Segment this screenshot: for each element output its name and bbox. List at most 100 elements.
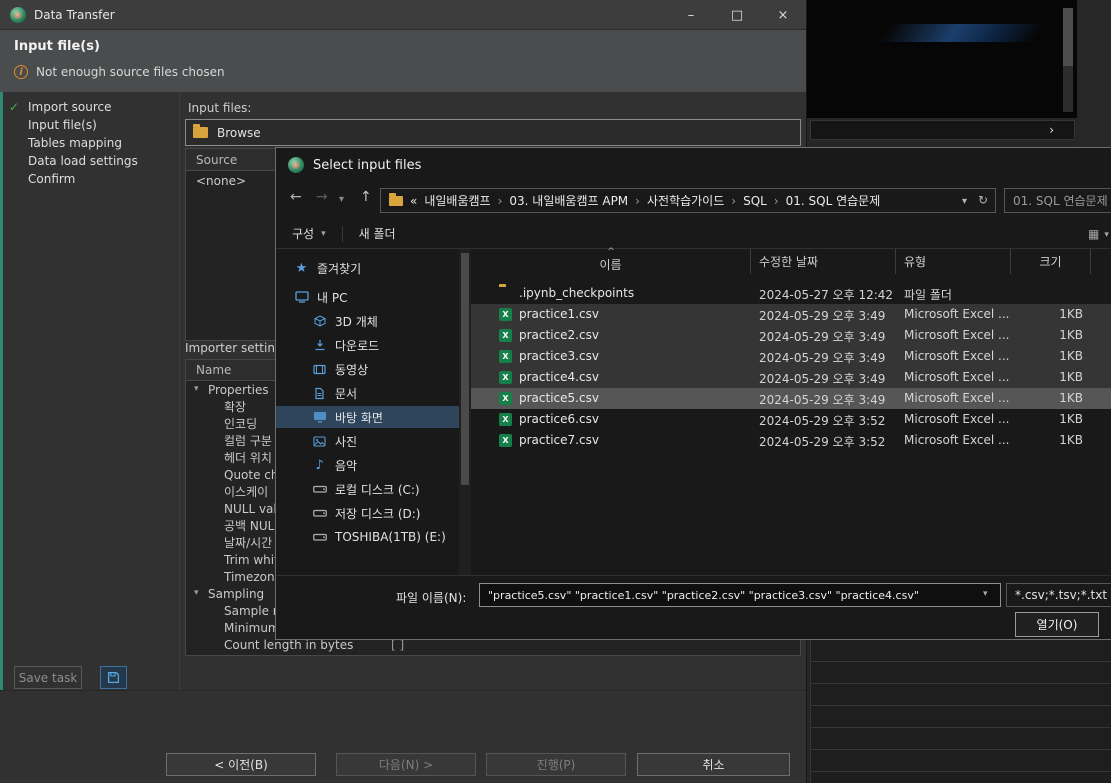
minimize-button[interactable]: – (668, 0, 714, 30)
breadcrumb-collapsed[interactable]: « (410, 194, 417, 208)
chevron-down-icon[interactable]: ▾ (194, 384, 199, 394)
tree-label: Properties (208, 383, 269, 397)
sidebar-item-this-pc[interactable]: 내 PC (276, 286, 459, 308)
wizard-header: Input file(s) i Not enough source files … (0, 30, 806, 92)
folder-icon (389, 196, 403, 206)
sidebar-item-desktop[interactable]: 바탕 화면 (276, 406, 459, 428)
breadcrumb-item[interactable]: 03. 내일배움캠프 APM (509, 192, 628, 209)
file-row[interactable]: X practice7.csv 2024-05-29 오후 3:52 Micro… (471, 430, 1111, 451)
back-button[interactable]: < 이전(B) (166, 753, 316, 776)
save-task-button[interactable]: Save task (14, 666, 82, 689)
drive-icon (312, 532, 327, 542)
file-row[interactable]: X practice2.csv 2024-05-29 오후 3:49 Micro… (471, 325, 1111, 346)
editor-scrollbar[interactable] (1063, 8, 1073, 112)
open-button[interactable]: 열기(O) (1015, 612, 1099, 637)
step-import-source[interactable]: ✓ Import source (0, 98, 179, 116)
recent-locations-dropdown[interactable]: ▾ (339, 193, 344, 207)
tree-label: Sampling (208, 587, 264, 601)
column-header-type[interactable]: 유형 (896, 249, 1011, 274)
breadcrumb-item[interactable]: 사전학습가이드 (647, 192, 724, 209)
cancel-button[interactable]: 취소 (637, 753, 790, 776)
chevron-right-icon[interactable]: › (1049, 123, 1054, 137)
step-data-load-settings[interactable]: Data load settings (0, 152, 179, 170)
chevron-down-icon[interactable]: ▾ (1104, 230, 1109, 241)
sidebar-item-documents[interactable]: 문서 (276, 382, 459, 404)
excel-icon: X (499, 308, 512, 321)
cell-value: <none> (196, 174, 246, 188)
browse-button[interactable]: Browse (185, 119, 801, 146)
sidebar-item-3d-objects[interactable]: 3D 개체 (276, 310, 459, 332)
background-strip (1077, 0, 1111, 147)
column-header-size[interactable]: 크기 (1011, 249, 1091, 274)
filename-input[interactable] (479, 583, 1001, 607)
tree-label: 날짜/시간 (224, 534, 272, 551)
column-header-date[interactable]: 수정한 날짜 (751, 249, 896, 274)
sidebar-item-disk-d[interactable]: 저장 디스크 (D:) (276, 502, 459, 524)
new-folder-button[interactable]: 새 폴더 (359, 225, 396, 242)
maximize-button[interactable]: □ (714, 0, 760, 30)
sidebar-item-videos[interactable]: 동영상 (276, 358, 459, 380)
step-confirm[interactable]: Confirm (0, 170, 179, 188)
breadcrumb[interactable]: « 내일배움캠프 › 03. 내일배움캠프 APM › 사전학습가이드 › SQ… (380, 188, 996, 213)
titlebar[interactable]: Data Transfer – □ × (0, 0, 806, 30)
dialog-titlebar[interactable]: Select input files (276, 148, 1111, 182)
column-label: 크기 (1039, 253, 1061, 270)
dialog-toolbar: 구성 ▾ 새 폴더 ▦ ▾ (276, 219, 1111, 249)
tree-label: 이스케이 (224, 483, 268, 500)
dialog-title: Select input files (313, 158, 421, 173)
button-label: 취소 (702, 756, 724, 773)
back-nav-button[interactable]: ← (290, 190, 302, 204)
organize-button[interactable]: 구성 (292, 225, 314, 242)
tree-label: 공백 NUL (224, 517, 274, 534)
column-header-name[interactable]: ^ 이름 (471, 249, 751, 274)
sidebar-item-toshiba-e[interactable]: TOSHIBA(1TB) (E:) (276, 526, 459, 548)
breadcrumb-item[interactable]: 01. SQL 연습문제 (786, 192, 881, 209)
file-row[interactable]: X practice1.csv 2024-05-29 오후 3:49 Micro… (471, 304, 1111, 325)
step-input-files[interactable]: Input file(s) (0, 116, 179, 134)
file-row-selected[interactable]: X practice5.csv 2024-05-29 오후 3:49 Micro… (471, 388, 1111, 409)
browse-label: Browse (217, 126, 261, 140)
scrollbar-thumb[interactable] (461, 253, 469, 485)
up-nav-button[interactable]: ↑ (360, 190, 372, 204)
file-row[interactable]: X practice6.csv 2024-05-29 오후 3:52 Micro… (471, 409, 1111, 430)
file-row[interactable]: X practice3.csv 2024-05-29 오후 3:49 Micro… (471, 346, 1111, 367)
sidebar-label: 동영상 (335, 361, 368, 378)
filetype-select[interactable]: *.csv;*.tsv;*.txt (1006, 583, 1111, 607)
proceed-button[interactable]: 진행(P) (486, 753, 626, 776)
grid-view-icon[interactable]: ▦ (1088, 227, 1099, 241)
background-editor-panel (807, 0, 1077, 118)
dialog-body: ★ 즐겨찾기 내 PC 3D 개체 다운로드 동영상 (276, 249, 1111, 575)
file-list: ^ 이름 수정한 날짜 유형 크기 .ipynb_checkpoints 202… (471, 249, 1111, 575)
chevron-down-icon[interactable]: ▾ (983, 589, 988, 599)
folder-icon (193, 127, 208, 138)
close-button[interactable]: × (760, 0, 806, 30)
header-decoration (551, 30, 806, 92)
next-button[interactable]: 다음(N) > (336, 753, 476, 776)
step-label: Input file(s) (28, 118, 97, 132)
view-options[interactable]: ▦ ▾ (1088, 227, 1109, 241)
chevron-down-icon[interactable]: ▾ (194, 588, 199, 598)
breadcrumb-item[interactable]: 내일배움캠프 (424, 192, 490, 209)
sidebar-item-music[interactable]: ♪ 음악 (276, 454, 459, 476)
window-controls: – □ × (668, 0, 806, 30)
step-tables-mapping[interactable]: Tables mapping (0, 134, 179, 152)
search-input[interactable] (1004, 188, 1111, 213)
file-row[interactable]: X practice4.csv 2024-05-29 오후 3:49 Micro… (471, 367, 1111, 388)
sidebar-item-local-disk-c[interactable]: 로컬 디스크 (C:) (276, 478, 459, 500)
breadcrumb-item[interactable]: SQL (743, 194, 767, 208)
forward-nav-button[interactable]: → (316, 190, 328, 204)
sidebar-item-downloads[interactable]: 다운로드 (276, 334, 459, 356)
save-task-icon-button[interactable] (100, 666, 127, 689)
save-icon (107, 671, 120, 684)
collapsed-panel-row[interactable]: › (810, 120, 1075, 140)
scrollbar-thumb[interactable] (1063, 8, 1073, 66)
sidebar-item-pictures[interactable]: 사진 (276, 430, 459, 452)
input-files-label: Input files: (188, 101, 251, 115)
refresh-icon[interactable]: ↻ (978, 193, 988, 207)
address-dropdown[interactable]: ▾ (962, 196, 967, 207)
sidebar-scrollbar[interactable] (459, 249, 471, 575)
sidebar-item-quick-access[interactable]: ★ 즐겨찾기 (276, 257, 459, 279)
dbeaver-app-icon (288, 157, 304, 173)
sidebar-label: TOSHIBA(1TB) (E:) (335, 530, 446, 544)
file-row[interactable]: .ipynb_checkpoints 2024-05-27 오후 12:42 파… (471, 283, 1111, 304)
